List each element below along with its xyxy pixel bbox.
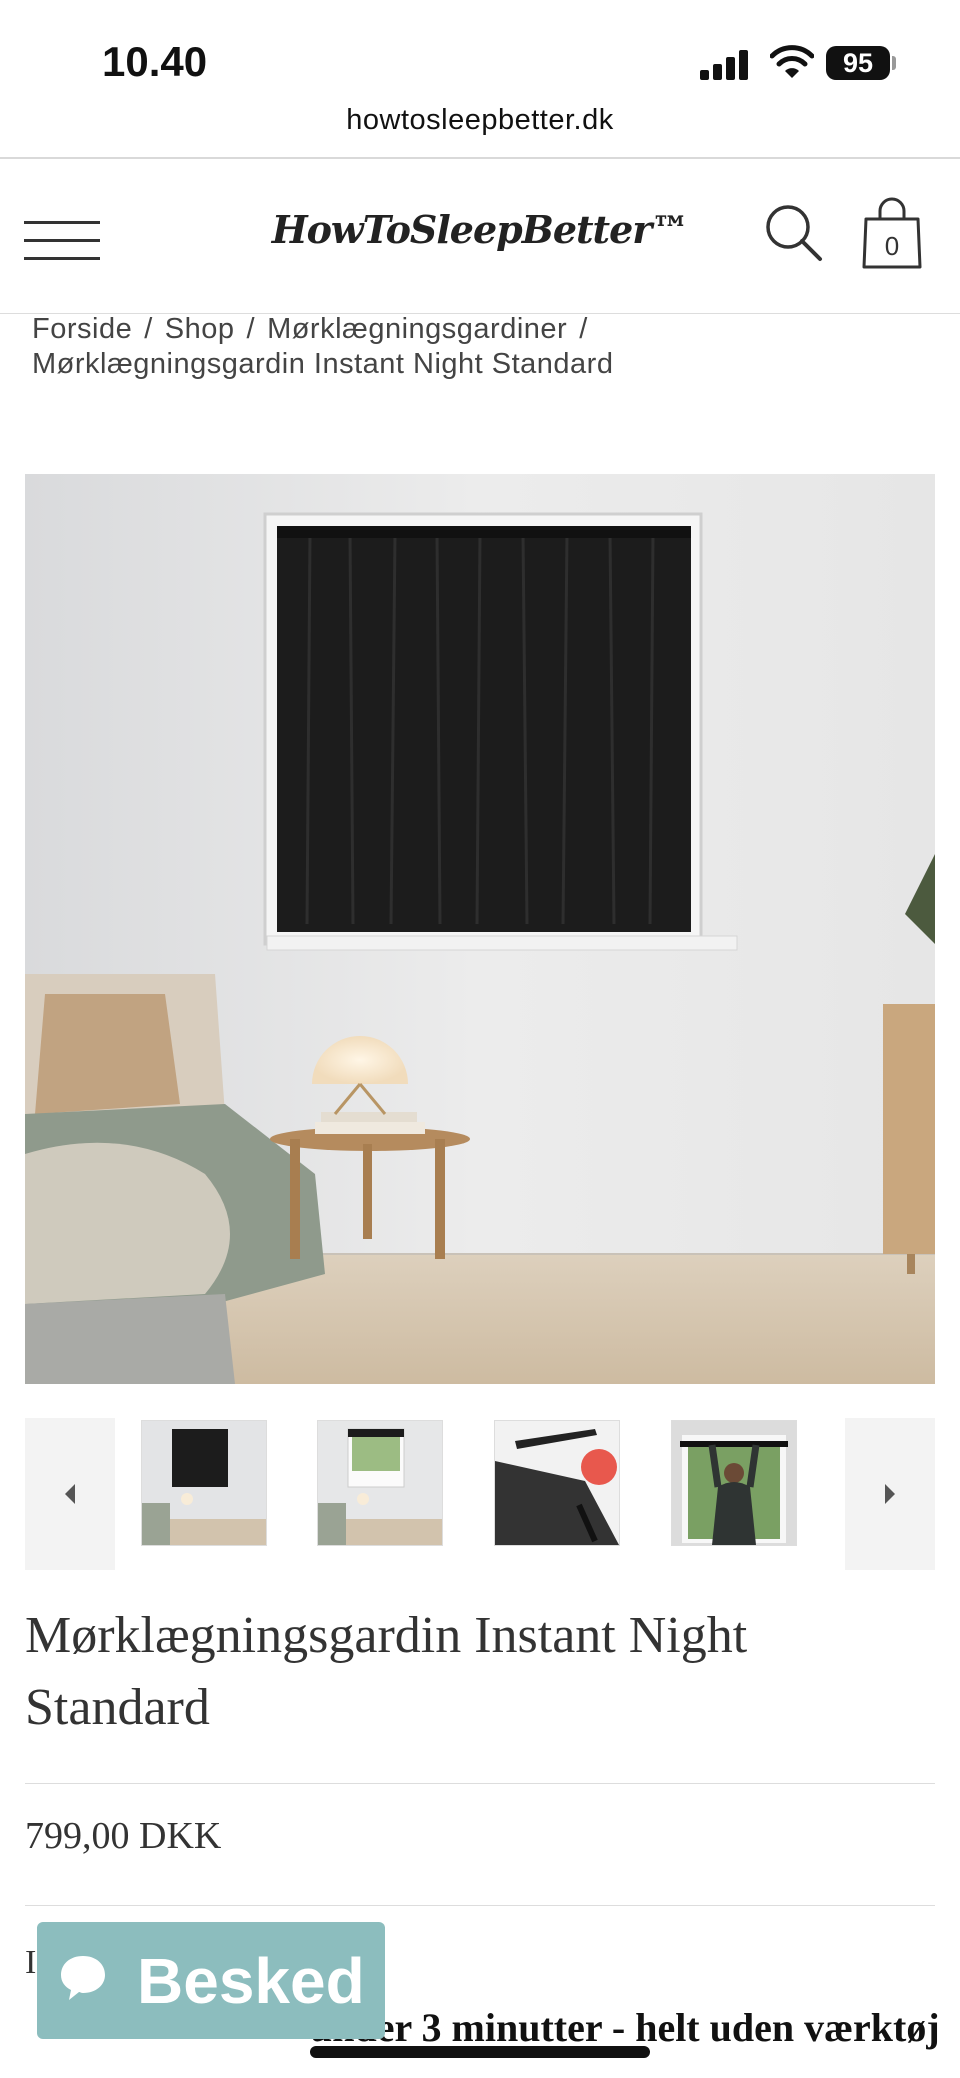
address-bar[interactable]: howtosleepbetter.dk	[0, 104, 960, 137]
cart-count: 0	[884, 231, 900, 261]
breadcrumb-current: Mørklægningsgardin Instant Night Standar…	[32, 348, 614, 380]
thumbnail-1-image	[142, 1421, 266, 1545]
site-header: HowToSleepBetter™ 0	[0, 159, 960, 314]
thumbnail-2-image	[318, 1421, 442, 1545]
arrow-left-icon[interactable]	[25, 1418, 115, 1570]
product-title: Mørklægningsgardin Instant Night Standar…	[25, 1607, 748, 1736]
breadcrumb-separator: /	[144, 313, 153, 345]
battery-tip	[892, 56, 896, 70]
shopping-bag-icon[interactable]: 0	[860, 197, 924, 269]
thumbnail-carousel	[25, 1418, 935, 1570]
thumbnail-2[interactable]	[317, 1420, 443, 1546]
thumbnail-3[interactable]	[494, 1420, 620, 1546]
thumbnail-3-image	[495, 1421, 619, 1545]
signal-icon	[700, 48, 752, 80]
breadcrumb: Forside / Shop / Mørklægningsgardiner / Mørkl…	[32, 312, 932, 382]
thumbnail-4[interactable]	[671, 1420, 797, 1546]
chat-bubble-icon	[61, 1956, 105, 2000]
status-time: 10.40	[102, 38, 208, 85]
bedroom-scene-illustration	[25, 474, 935, 1384]
thumbnail-1[interactable]	[141, 1420, 267, 1546]
message-button[interactable]: Besked	[37, 1922, 385, 2039]
arrow-right-icon[interactable]	[845, 1418, 935, 1570]
breadcrumb-shop[interactable]: Shop	[165, 313, 235, 345]
arrow-left-glyph	[65, 1484, 75, 1504]
breadcrumb-separator: /	[579, 313, 588, 345]
breadcrumb-category[interactable]: Mørklægningsgardiner	[267, 313, 567, 345]
breadcrumb-home[interactable]: Forside	[32, 313, 132, 345]
status-bar: 10.40 95 howtosleepbetter.dk	[0, 0, 960, 150]
home-indicator[interactable]	[310, 2046, 650, 2058]
description-lead-text: under 3 minutter - helt uden værktøj	[310, 2005, 940, 2050]
message-button-label: Besked	[137, 1945, 365, 2017]
wifi-icon	[770, 45, 814, 78]
product-price: 799,00 DKK	[25, 1815, 222, 1857]
breadcrumb-separator: /	[246, 313, 256, 345]
battery-icon: 95	[826, 46, 890, 80]
divider	[25, 1783, 935, 1784]
description-stub: I	[25, 1944, 37, 1981]
product-main-image[interactable]	[25, 474, 935, 1384]
thumbnail-4-image	[672, 1421, 796, 1545]
arrow-right-glyph	[885, 1484, 895, 1504]
divider	[25, 1905, 935, 1906]
search-icon[interactable]	[764, 203, 824, 263]
